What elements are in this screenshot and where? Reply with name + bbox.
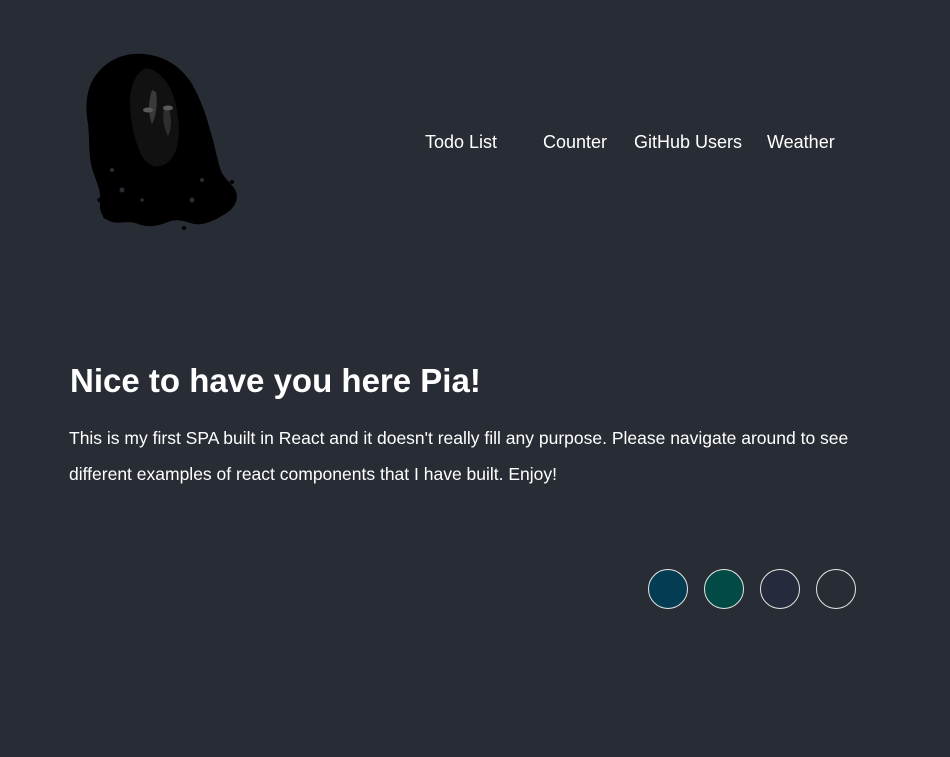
theme-swatch-green[interactable] [704,569,744,609]
main-nav: Todo List Counter GitHub Users Weather [0,131,950,155]
theme-swatch-navy[interactable] [760,569,800,609]
page-title: Nice to have you here Pia! [70,362,481,399]
theme-swatch-teal[interactable] [648,569,688,609]
theme-swatch-default[interactable] [816,569,856,609]
nav-link-weather[interactable]: Weather [767,131,835,153]
nav-link-todo-list[interactable]: Todo List [425,131,497,153]
intro-text: This is my first SPA built in React and … [69,428,849,484]
nav-link-github-users[interactable]: GitHub Users [634,131,742,153]
nav-link-counter[interactable]: Counter [543,131,607,153]
